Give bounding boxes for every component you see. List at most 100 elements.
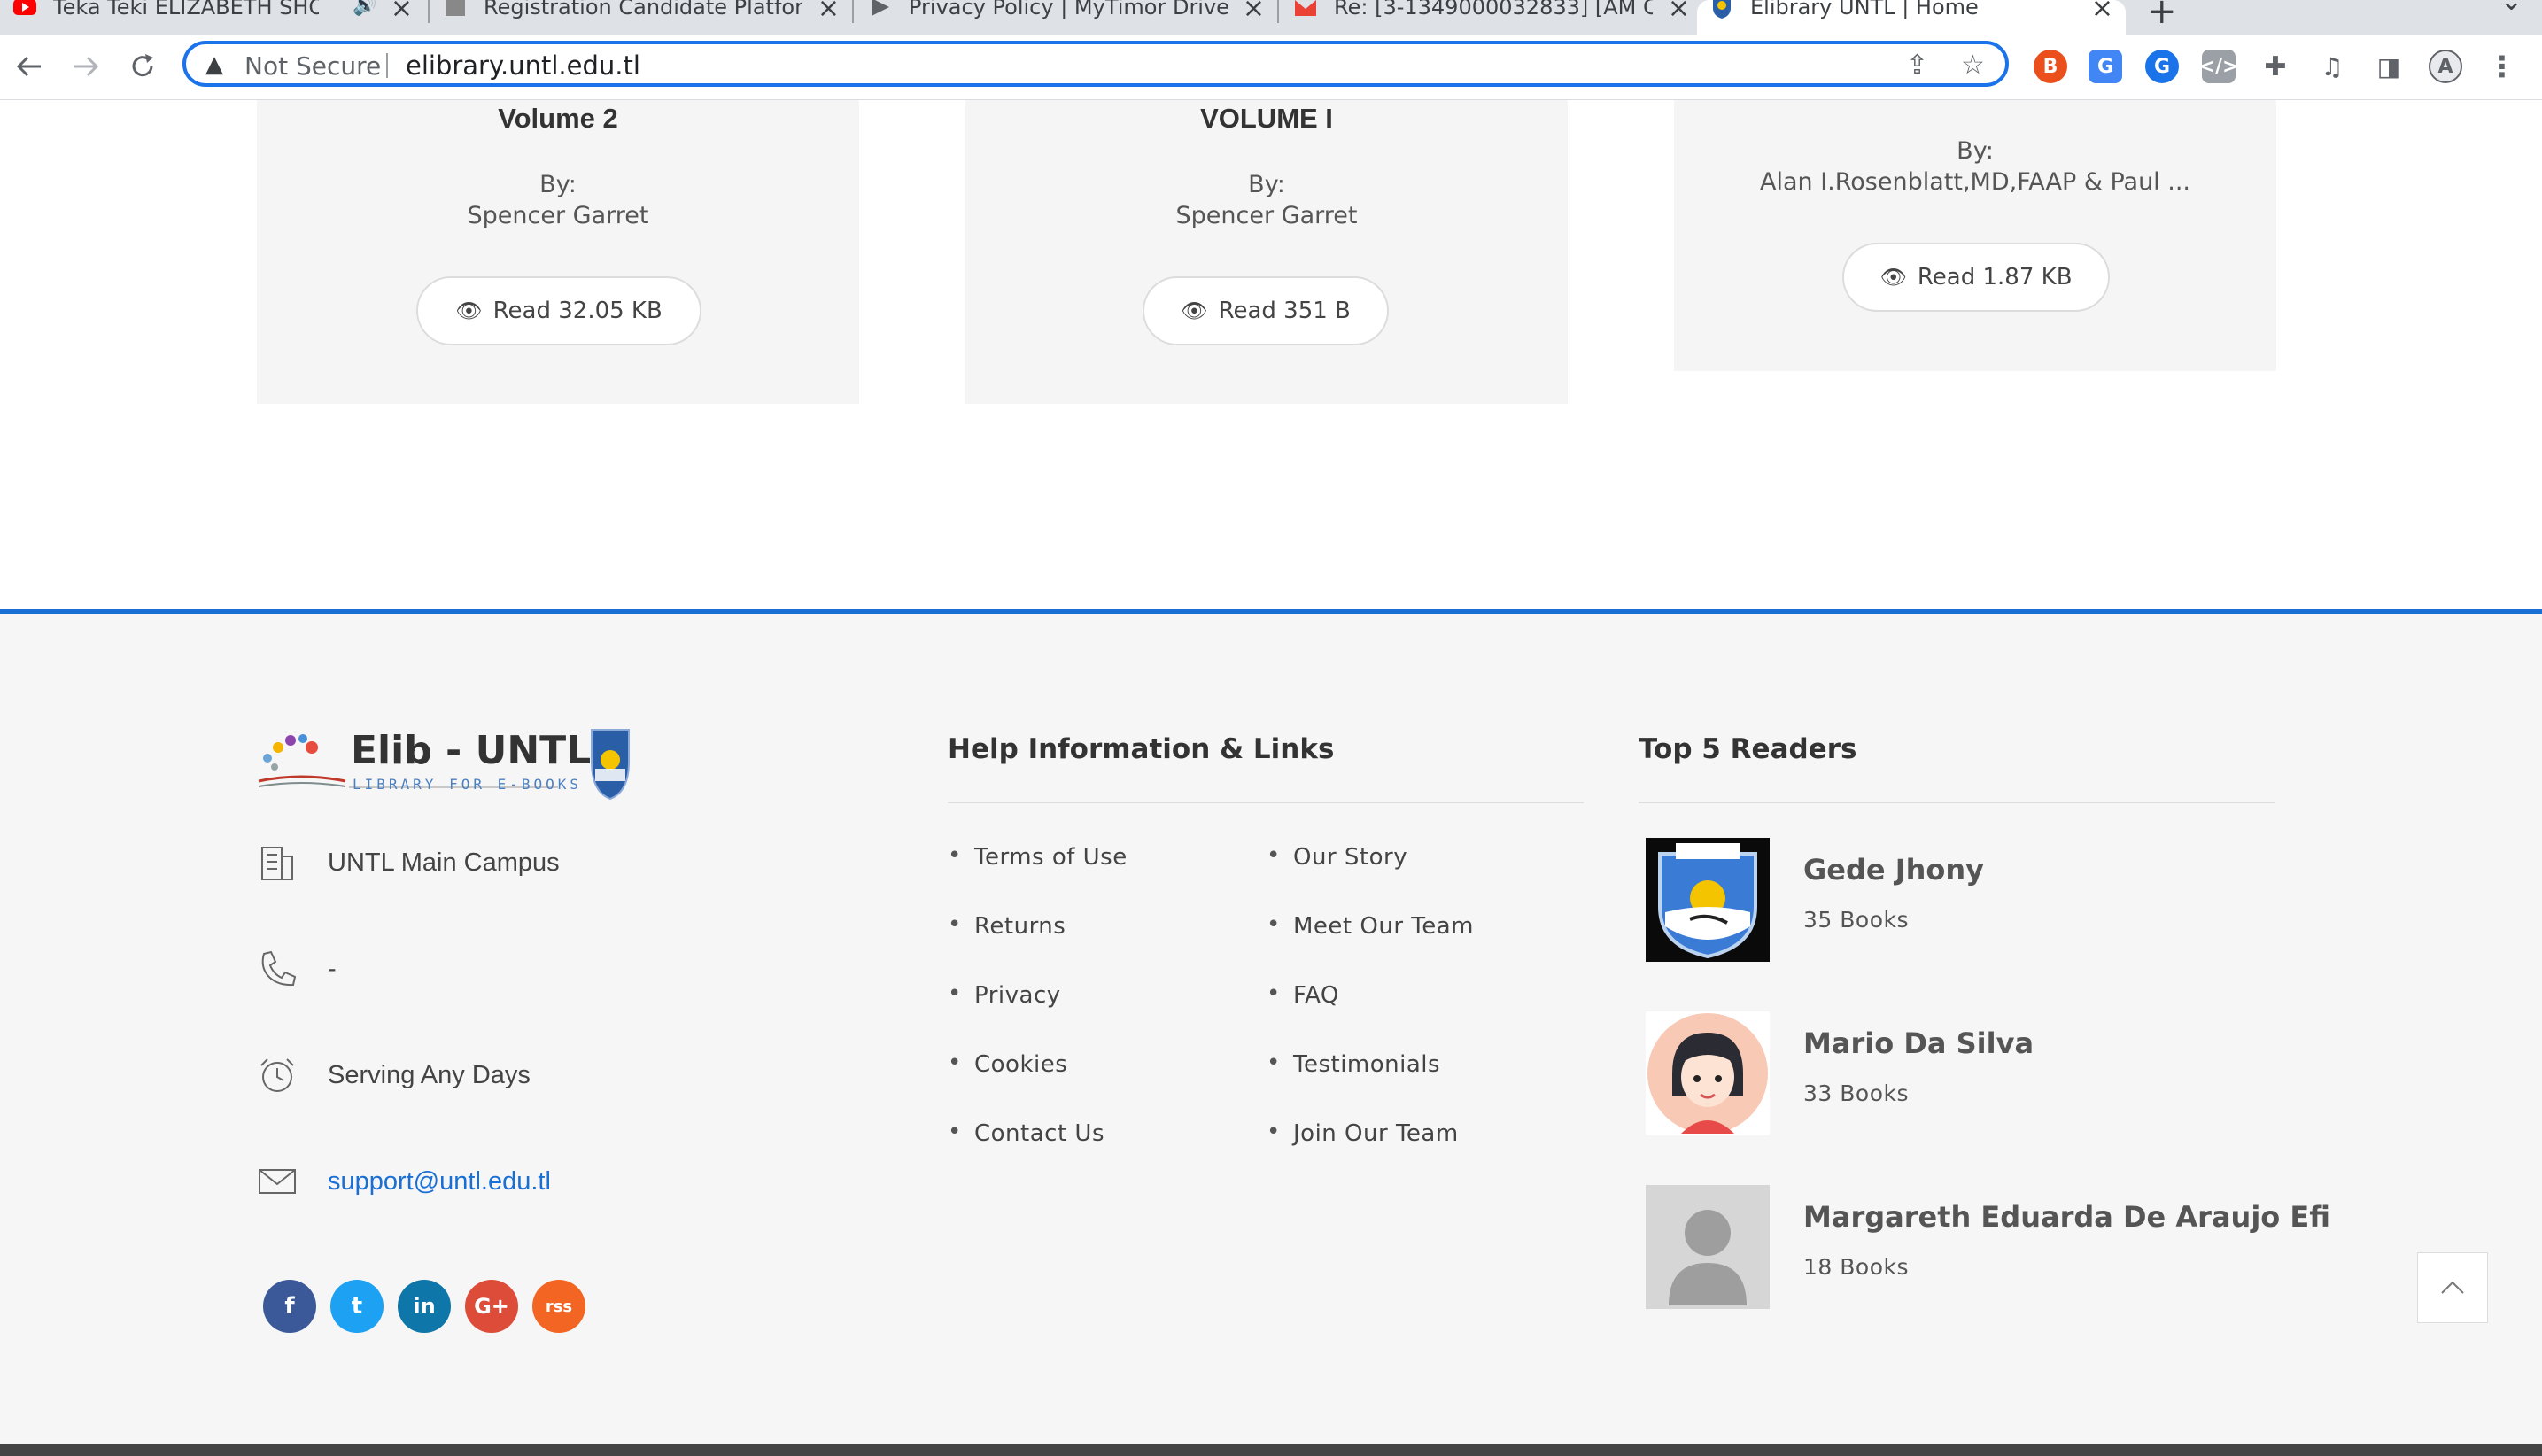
translate-extension-icon[interactable]: G [2089,50,2122,83]
link-terms-of-use[interactable]: Terms of Use [948,842,1128,871]
avatar[interactable] [1646,1185,1770,1309]
media-control-icon[interactable]: ♫ [2315,50,2349,83]
eye-icon: 👁 [455,298,483,323]
profile-avatar-icon[interactable]: A [2429,50,2462,83]
avatar[interactable] [1646,838,1770,962]
read-button-label: Read 351 B [1218,298,1351,324]
brave-extension-icon[interactable]: B [2034,50,2067,83]
link-testimonials[interactable]: Testimonials [1267,1049,1440,1078]
side-panel-icon[interactable]: ◨ [2372,50,2406,83]
book-card: VOLUME I By: Spencer Garret 👁 Read 351 B [965,100,1568,404]
facebook-icon[interactable]: f [263,1280,316,1333]
tab-gmail[interactable]: Re: [3-1349000032833] [AM C × [1281,0,1702,35]
speaker-icon[interactable]: 🔊 [353,0,376,17]
tab-search-chevron-icon[interactable]: ⌄ [2500,0,2523,17]
tab-separator [428,0,430,23]
envelope-icon [259,1169,296,1194]
google-plus-icon[interactable]: G+ [465,1280,518,1333]
close-tab-icon[interactable]: × [1668,0,1690,27]
book-by-label: By: [539,171,577,198]
link-cookies[interactable]: Cookies [948,1049,1067,1078]
book-title[interactable]: Volume 2 [257,103,859,135]
address-separator [386,53,388,78]
reader-name[interactable]: Mario Da Silva [1803,1026,2034,1060]
avatar[interactable] [1646,1011,1770,1135]
bookmark-star-icon[interactable]: ☆ [1961,50,1985,81]
page-content: Volume 2 By: Spencer Garret 👁 Read 32.05… [0,100,2542,1456]
tab-separator [852,0,854,23]
linkedin-icon[interactable]: in [398,1280,451,1333]
divider [948,802,1584,803]
scroll-to-top-button[interactable] [2417,1252,2488,1323]
address-text: UNTL Main Campus [328,848,560,877]
back-arrow-icon[interactable] [7,44,51,89]
youtube-icon [13,0,36,15]
tab-registration[interactable]: Registration Candidate Platform × [430,0,852,35]
link-meet-our-team[interactable]: Meet Our Team [1267,911,1474,940]
tab-title: Teka Teki ELIZABETH SHO [53,0,319,19]
share-icon[interactable]: ⇪ [1906,50,1928,81]
extensions-puzzle-icon[interactable]: ✚ [2259,50,2292,83]
warning-triangle-icon[interactable]: ▲ [205,51,223,78]
read-button-label: Read 32.05 KB [492,298,663,324]
alarm-clock-icon [260,1058,294,1092]
close-tab-icon[interactable]: × [818,0,840,27]
browser-toolbar: ▲ Not Secure elibrary.untl.edu.tl ⇪ ☆ B … [0,35,2542,100]
site-logo[interactable]: Elib - UNTL LIBRARY FOR E-BOOKS [257,724,638,804]
eye-icon: 👁 [1181,298,1208,323]
link-returns[interactable]: Returns [948,911,1066,940]
email-link[interactable]: support@untl.edu.tl [328,1167,551,1197]
address-bar[interactable]: ▲ Not Secure elibrary.untl.edu.tl ⇪ ☆ [182,41,2009,87]
tab-privacy-policy[interactable]: Privacy Policy | MyTimor Driver × [856,0,1277,35]
url-text[interactable]: elibrary.untl.edu.tl [406,50,640,81]
link-privacy[interactable]: Privacy [948,980,1061,1009]
untl-shield-icon [1713,0,1731,19]
close-tab-icon[interactable]: × [2091,0,2113,27]
untl-logo-avatar [1646,838,1770,962]
divider [1639,802,2275,803]
twitter-icon[interactable]: t [330,1280,384,1333]
new-tab-button[interactable]: + [2147,0,2177,32]
book-title[interactable]: VOLUME I [965,103,1568,135]
book-author: Spencer Garret [1175,202,1358,229]
book-card: Volume 2 By: Spencer Garret 👁 Read 32.05… [257,100,859,404]
grammarly-extension-icon[interactable]: G [2145,50,2179,83]
reader-name[interactable]: Margareth Eduarda De Araujo Efi [1803,1200,2330,1234]
contact-address: UNTL Main Campus [257,842,560,883]
read-button[interactable]: 👁 Read 351 B [1143,276,1389,345]
reload-icon[interactable] [120,44,165,89]
contact-phone: - [257,949,337,989]
reader-name[interactable]: Gede Jhony [1803,853,1984,887]
book-by-label: By: [1957,137,1994,165]
contact-hours: Serving Any Days [257,1055,531,1096]
tab-youtube[interactable]: Teka Teki ELIZABETH SHO 🔊 × [0,0,425,35]
book-author: Spencer Garret [467,202,649,229]
rss-icon[interactable]: rss [532,1280,585,1333]
cartoon-girl-avatar [1647,1013,1768,1134]
close-tab-icon[interactable]: × [391,0,413,27]
book-by-label: By: [1248,171,1285,198]
read-button[interactable]: 👁 Read 32.05 KB [416,276,701,345]
default-user-avatar [1646,1185,1770,1309]
tab-title: Re: [3-1349000032833] [AM C [1334,0,1653,19]
link-faq[interactable]: FAQ [1267,980,1339,1009]
forward-arrow-icon[interactable] [64,44,108,89]
read-button[interactable]: 👁 Read 1.87 KB [1842,243,2110,312]
code-extension-icon[interactable]: </> [2199,50,2238,83]
link-contact-us[interactable]: Contact Us [948,1119,1104,1147]
book-author: Alan I.Rosenblatt,MD,FAAP & Paul ... [1759,168,2191,196]
phone-text: - [328,954,337,983]
tab-separator [1277,0,1279,23]
hours-text: Serving Any Days [328,1060,531,1089]
gmail-icon [1295,0,1316,16]
kebab-menu-icon[interactable]: ⋮ [2485,50,2519,83]
tab-title: Privacy Policy | MyTimor Driver [909,0,1228,19]
tab-strip: Teka Teki ELIZABETH SHO 🔊 × Registration… [0,0,2542,35]
bottom-bar [0,1444,2542,1456]
security-label[interactable]: Not Secure [244,51,381,81]
logo-subtitle: LIBRARY FOR E-BOOKS [353,776,583,793]
link-join-our-team[interactable]: Join Our Team [1267,1119,1459,1147]
close-tab-icon[interactable]: × [1243,0,1265,27]
link-our-story[interactable]: Our Story [1267,842,1407,871]
tab-elibrary[interactable]: Elibrary UNTL | Home × [1697,0,2126,35]
